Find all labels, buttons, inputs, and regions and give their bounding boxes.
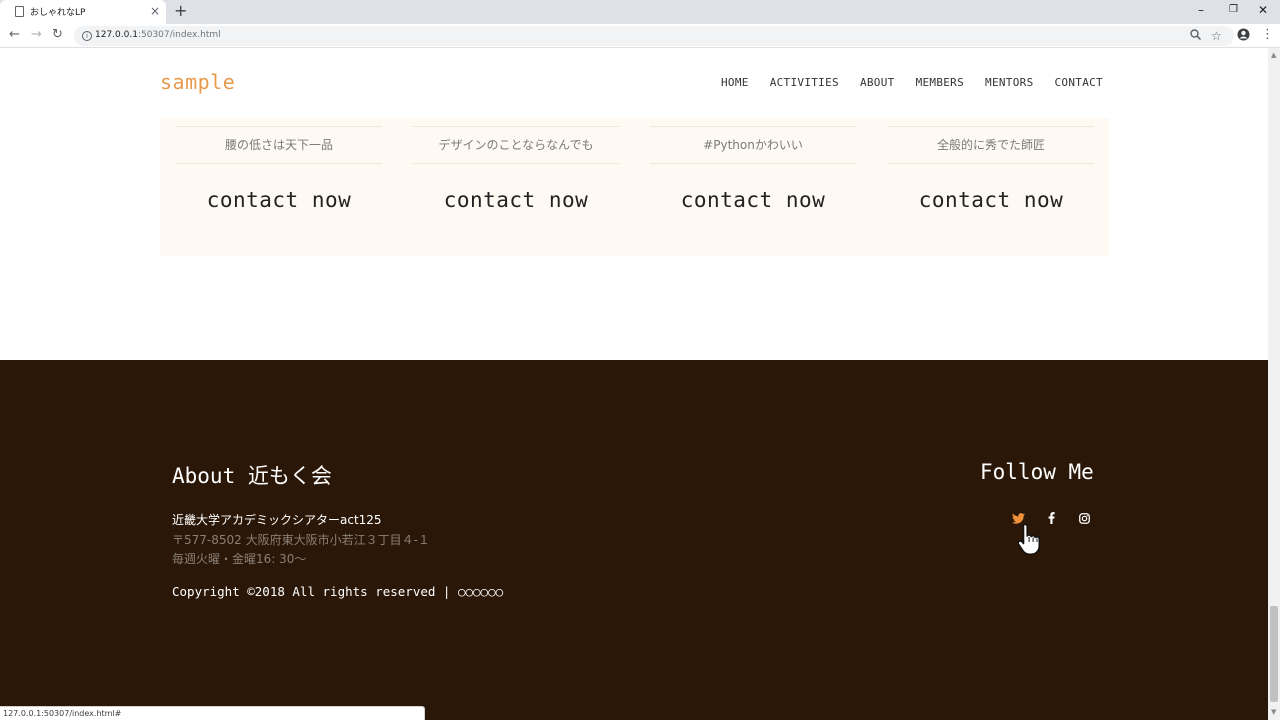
reload-icon[interactable]: ↻ bbox=[52, 28, 63, 42]
nav-contact[interactable]: CONTACT bbox=[1055, 76, 1103, 89]
organization-name: 近畿大学アカデミックシアターact125 bbox=[172, 513, 382, 527]
nav-home[interactable]: HOME bbox=[721, 76, 749, 89]
nav-mentors[interactable]: MENTORS bbox=[985, 76, 1033, 89]
card-description: #Pythonかわいい bbox=[650, 126, 856, 164]
card-description: デザインのことならなんでも bbox=[413, 126, 619, 164]
nav-about[interactable]: ABOUT bbox=[860, 76, 895, 89]
minimize-button[interactable]: – bbox=[1198, 3, 1204, 17]
page-scrollbar[interactable]: ▲ ▼ bbox=[1268, 48, 1280, 720]
site-footer: About 近もく会 近畿大学アカデミックシアターact125 〒577-850… bbox=[0, 360, 1268, 720]
about-heading: About 近もく会 bbox=[172, 464, 332, 488]
main-nav: HOME ACTIVITIES ABOUT MEMBERS MENTORS CO… bbox=[721, 76, 1103, 89]
document-icon bbox=[15, 6, 24, 17]
url-text: 127.0.0.1:50307/index.html bbox=[95, 30, 221, 40]
zoom-icon[interactable] bbox=[1190, 29, 1202, 43]
window-close-button[interactable]: ✕ bbox=[1258, 3, 1268, 17]
address-bar[interactable]: i 127.0.0.1:50307/index.html ☆ bbox=[74, 26, 1234, 46]
scroll-down-arrow-icon[interactable]: ▼ bbox=[1271, 708, 1276, 716]
new-tab-button[interactable]: + bbox=[174, 2, 187, 20]
contact-now-link[interactable]: contact now bbox=[176, 188, 382, 212]
browser-tab[interactable]: おしゃれなLP × bbox=[0, 0, 166, 24]
contact-now-link[interactable]: contact now bbox=[650, 188, 856, 212]
back-arrow-icon[interactable]: ← bbox=[9, 28, 20, 42]
mentor-cards: 腰の低さは天下一品 contact now デザインのことならなんでも cont… bbox=[160, 118, 1109, 256]
scroll-up-arrow-icon[interactable]: ▲ bbox=[1271, 51, 1276, 59]
restore-button[interactable]: ❐ bbox=[1229, 3, 1238, 17]
status-url: 127.0.0.1:50307/index.html# bbox=[3, 709, 122, 718]
contact-now-link[interactable]: contact now bbox=[888, 188, 1094, 212]
address-text: 〒577-8502 大阪府東大阪市小若江３丁目４-１ bbox=[172, 533, 430, 547]
hand-pointer-cursor-icon bbox=[1017, 522, 1048, 560]
page-viewport: sample HOME ACTIVITIES ABOUT MEMBERS MEN… bbox=[0, 48, 1268, 720]
scroll-thumb[interactable] bbox=[1270, 606, 1278, 702]
instagram-icon[interactable] bbox=[1077, 511, 1091, 525]
profile-icon[interactable] bbox=[1237, 28, 1250, 45]
forward-arrow-icon[interactable]: → bbox=[31, 28, 42, 42]
mentor-card: 全般的に秀でた師匠 contact now bbox=[888, 126, 1094, 212]
mentor-card: #Pythonかわいい contact now bbox=[650, 126, 856, 212]
follow-heading: Follow Me bbox=[980, 460, 1094, 484]
copyright-text: Copyright ©2018 All rights reserved | ○○… bbox=[172, 584, 504, 599]
bookmark-star-icon[interactable]: ☆ bbox=[1211, 29, 1222, 43]
info-icon[interactable]: i bbox=[82, 31, 92, 41]
mentor-card: デザインのことならなんでも contact now bbox=[413, 126, 619, 212]
card-description: 腰の低さは天下一品 bbox=[176, 126, 382, 164]
schedule-text: 毎週火曜・金曜16: 30～ bbox=[172, 552, 307, 566]
browser-tab-strip: おしゃれなLP × + – ❐ ✕ bbox=[0, 0, 1280, 24]
site-logo[interactable]: sample bbox=[160, 70, 235, 94]
nav-members[interactable]: MEMBERS bbox=[916, 76, 964, 89]
contact-now-link[interactable]: contact now bbox=[413, 188, 619, 212]
card-description: 全般的に秀でた師匠 bbox=[888, 126, 1094, 164]
tab-close-icon[interactable]: × bbox=[150, 4, 160, 18]
tab-title: おしゃれなLP bbox=[30, 8, 86, 18]
browser-toolbar: ← → ↻ i 127.0.0.1:50307/index.html ☆ ⋮ bbox=[0, 24, 1280, 48]
mentor-card: 腰の低さは天下一品 contact now bbox=[176, 126, 382, 212]
menu-kebab-icon[interactable]: ⋮ bbox=[1261, 28, 1274, 42]
nav-activities[interactable]: ACTIVITIES bbox=[770, 76, 839, 89]
status-bar: 127.0.0.1:50307/index.html# bbox=[0, 706, 425, 720]
